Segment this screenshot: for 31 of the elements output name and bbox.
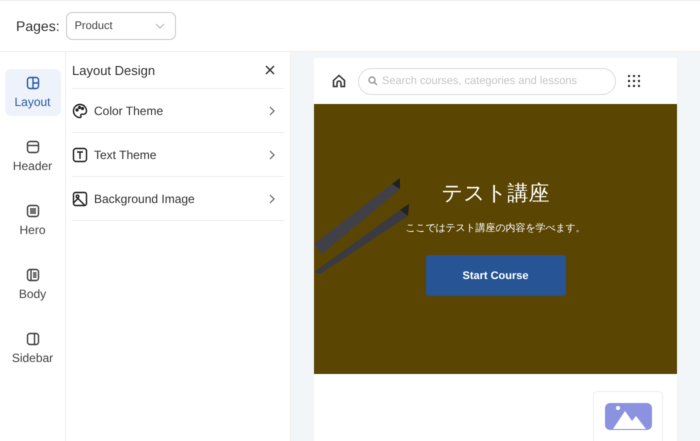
image-icon: [72, 190, 88, 206]
chevron-right-icon: [269, 106, 275, 116]
settings-menu-item[interactable]: Color Theme: [72, 89, 284, 133]
grid-menu-icon[interactable]: [628, 75, 640, 87]
layout-icon: [26, 76, 40, 90]
home-icon[interactable]: [332, 74, 346, 88]
list-icon: [26, 204, 40, 218]
nav-tab[interactable]: Hero: [4, 197, 60, 244]
nav-tab[interactable]: Header: [4, 133, 60, 180]
sidebar-icon: [26, 332, 40, 346]
chevron-right-icon: [269, 150, 275, 160]
nav-tab[interactable]: Layout: [4, 69, 60, 116]
nav-tab[interactable]: Sidebar: [4, 325, 60, 372]
hero-subtitle: ここではテスト講座の内容を学べます。: [406, 222, 586, 235]
pages-label: Pages:: [16, 18, 60, 34]
body-icon: [26, 268, 40, 282]
chevron-down-icon: [154, 23, 165, 29]
search-field[interactable]: Search courses, categories and lessons: [358, 68, 616, 94]
hero-title: テスト講座: [442, 180, 550, 207]
settings-menu-item[interactable]: Background Image: [72, 177, 284, 221]
palette-icon: [72, 102, 88, 118]
start-course-button[interactable]: Start Course: [426, 255, 566, 296]
panel-title: Layout Design: [72, 62, 156, 78]
close-icon[interactable]: [265, 65, 275, 75]
pages-dropdown[interactable]: Product: [66, 12, 176, 40]
text-icon: [72, 146, 88, 162]
chevron-right-icon: [269, 194, 275, 204]
settings-menu-item[interactable]: Text Theme: [72, 133, 284, 177]
nav-tab[interactable]: Body: [4, 261, 60, 308]
image-icon: [604, 403, 652, 430]
header-icon: [26, 140, 40, 154]
